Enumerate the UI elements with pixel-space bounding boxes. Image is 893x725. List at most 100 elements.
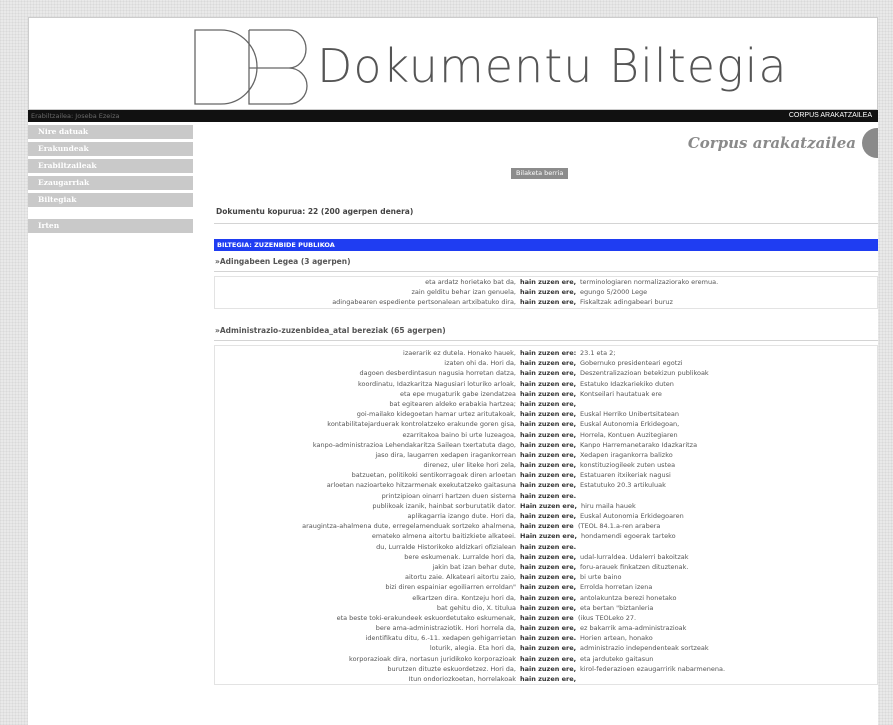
context-right: 23.1 eta 2; <box>580 349 616 357</box>
concordance-row: identifikatu ditu, 6.-11. xedapen gehiga… <box>215 633 877 643</box>
concordance-row: Itun ondoriozkoetan, horrelakoak hain zuz… <box>215 674 877 684</box>
keyword-match: hain zuzen ere, <box>520 450 577 459</box>
context-left: kontabilitatejarduerak kontrolatzeko era… <box>327 420 516 429</box>
sidebar-item-erabiltzaileak[interactable]: Erabiltzaileak <box>28 159 193 173</box>
sidebar: Nire datuak Erakundeak Erabiltzaileak Ez… <box>28 125 193 236</box>
keyword-match: hain zuzen ere, <box>520 461 577 470</box>
context-right: bi urte baino <box>580 573 622 582</box>
context-left: eta beste toki-erakundeek eskuordetutako… <box>336 613 516 622</box>
context-left: kanpo-administrazioa Lehendakaritza Sail… <box>312 440 516 449</box>
context-left: identifikatu ditu, 6.-11. xedapen gehiga… <box>365 634 516 643</box>
divider <box>214 340 878 341</box>
keyword-match: hain zuzen ere, <box>520 420 577 429</box>
new-search-button[interactable]: Bilaketa berria <box>511 168 569 179</box>
keyword-match: hain zuzen ere, <box>520 278 577 286</box>
context-right: Kontseilari hautatuak ere <box>580 389 662 398</box>
keyword-match: hain zuzen ere, <box>520 430 577 439</box>
document-heading[interactable]: »Administrazio-zuzenbidea_atal bereziak … <box>215 326 446 335</box>
concordance-row: direnez, uler liteke hori zela, hain zuze… <box>215 460 877 470</box>
concordance-row: burutzen dituzte eskuordetzez. Hori da, h… <box>215 664 877 674</box>
keyword-match: hain zuzen ere, <box>520 583 577 592</box>
concordance-row: izaten ohi da. Hori da, hain zuzen ere, Go… <box>215 358 877 368</box>
context-left: bat gehitu dio, X. titulua <box>436 603 516 612</box>
context-left: direnez, uler liteke hori zela, <box>423 461 516 470</box>
sidebar-item-nire-datuak[interactable]: Nire datuak <box>28 125 193 139</box>
concordance-row: araugintza-ahalmena dute, erregelamendua… <box>215 521 877 531</box>
context-left: izaerarik ez dutela. Honako hauek, <box>403 349 516 357</box>
keyword-match: hain zuzen ere, <box>520 654 577 663</box>
concordance-row: zain gelditu behar izan genuela, hain zuz… <box>215 287 877 297</box>
context-left: du, Lurralde Historikoko aldizkari ofizi… <box>376 542 516 551</box>
context-right: Xedapen iragankorra balizko <box>580 450 673 459</box>
context-left: adingabearen espediente pertsonalean art… <box>332 298 516 307</box>
concordance-row: emateko almena aitortu baitizkiete alkat… <box>215 531 877 541</box>
concordance-row: bat egitearen aldeko erabakia hartzea; ha… <box>215 399 877 409</box>
keyword-match: hain zuzen ere, <box>520 399 577 408</box>
document-heading[interactable]: »Adingabeen Legea (3 agerpen) <box>215 257 351 266</box>
divider <box>214 271 878 272</box>
keyword-match: hain zuzen ere, <box>520 379 577 388</box>
concordance-row: ezarritakoa baino bi urte luzeagoa, hain … <box>215 430 877 440</box>
context-right: Estatuko Idazkariekiko duten <box>580 379 674 388</box>
context-left: loturik, alegia. Eta hori da, <box>429 644 516 653</box>
context-left: jaso dira, laugarren xedapen iragankorre… <box>375 450 516 459</box>
keyword-match: hain zuzen ere, <box>520 624 577 633</box>
concordance-row: bat gehitu dio, X. titulua hain zuzen ere… <box>215 603 877 613</box>
keyword-match: hain zuzen ere, <box>520 410 577 419</box>
context-left: elkartzen dira. Kontzeju hori da, <box>412 593 516 602</box>
concordance-row: bere eskumenak. Lurralde hori da, hain zu… <box>215 552 877 562</box>
keyword-match: hain zuzen ere, <box>520 644 577 653</box>
concordance-row: kanpo-administrazioa Lehendakaritza Sail… <box>215 440 877 450</box>
context-right: Kanpo Harremanetarako Idazkaritza <box>580 440 698 449</box>
keyword-match: hain zuzen ere: <box>520 349 577 357</box>
concordance-row: jaso dira, laugarren xedapen iragankorre… <box>215 450 877 460</box>
concordance-row: batzuetan, politikoki sentikorragoak dir… <box>215 470 877 480</box>
context-right: Gobernuko presidenteari egotzi <box>580 359 683 368</box>
context-left: printzipioan oinarri hartzen duen sistem… <box>381 491 516 500</box>
document-count: Dokumentu kopurua: 22 (200 agerpen dener… <box>216 207 414 216</box>
keyword-match: hain zuzen ere, <box>520 573 577 582</box>
context-left: bere ama-administraziotik. Hori horrela … <box>375 624 516 633</box>
context-left: publikoak izanik, hainbat sorburutatik d… <box>372 501 516 510</box>
context-right: konstituziogileek zuten ustea <box>580 461 676 470</box>
keyword-match: hain zuzen ere, <box>520 512 577 520</box>
keyword-match: hain zuzen ere, <box>520 288 577 297</box>
context-left: bere eskumenak. Lurralde hori da, <box>404 552 516 561</box>
keyword-match: hain zuzen ere <box>520 613 574 622</box>
logo-icon <box>194 29 308 105</box>
context-left: arloetan nazioarteko hitzarmenak exekuta… <box>326 481 516 490</box>
concordance-row: izaerarik ez dutela. Honako hauek, hain z… <box>215 348 877 358</box>
context-left: ezarritakoa baino bi urte luzeagoa, <box>402 430 516 439</box>
keyword-match: hain zuzen ere, <box>520 562 577 571</box>
concordance-row: goi-mailako kidegoetan hamar urtez aritu… <box>215 409 877 419</box>
context-right: eta bertan "biztanleria <box>580 603 654 612</box>
logout-button[interactable]: Irten <box>28 219 193 233</box>
context-left: bizi diren espainiar egoiliarren errolda… <box>385 583 516 592</box>
context-right: hiru maila hauek <box>581 501 636 510</box>
context-right: administrazio independenteak sortzeak <box>580 644 709 653</box>
keyword-match: hain zuzen ere, <box>520 359 577 368</box>
context-right: ez bakarrik ama-administrazioak <box>580 624 687 633</box>
title-decoration <box>862 128 878 158</box>
concordance-row: bizi diren espainiar egoiliarren errolda… <box>215 582 877 592</box>
keyword-match: hain zuzen ere, <box>520 552 577 561</box>
sidebar-item-biltegiak[interactable]: Biltegiak <box>28 193 193 207</box>
concordance-row: du, Lurralde Historikoko aldizkari ofizi… <box>215 542 877 552</box>
concordance-row: publikoak izanik, hainbat sorburutatik d… <box>215 501 877 511</box>
context-left: araugintza-ahalmena dute, erregelamendua… <box>302 522 516 531</box>
context-right: eta jarduteko gaitasun <box>580 654 654 663</box>
context-left: jakin bat izan behar dute, <box>432 562 516 571</box>
sidebar-item-ezaugarriak[interactable]: Ezaugarriak <box>28 176 193 190</box>
context-left: Itun ondoriozkoetan, horrelakoak <box>408 675 516 683</box>
concordance-row: elkartzen dira. Kontzeju hori da, hain zu… <box>215 593 877 603</box>
context-left: zain gelditu behar izan genuela, <box>411 288 516 297</box>
concordance-list: eta ardatz horietako bat da, hain zuzen e… <box>214 276 878 309</box>
context-right: udal-lurraldea. Udalerri bakoitzak <box>580 552 689 561</box>
sidebar-item-erakundeak[interactable]: Erakundeak <box>28 142 193 156</box>
context-left: eta ardatz horietako bat da, <box>425 278 516 286</box>
header-banner: Dokumentu Biltegia <box>28 17 878 110</box>
keyword-match: Hain zuzen ere, <box>520 501 577 510</box>
keyword-match: hain zuzen ere <box>520 522 574 531</box>
context-left: burutzen dituzte eskuordetzez. Hori da, <box>387 664 516 673</box>
keyword-match: Hain zuzen ere, <box>520 532 577 541</box>
